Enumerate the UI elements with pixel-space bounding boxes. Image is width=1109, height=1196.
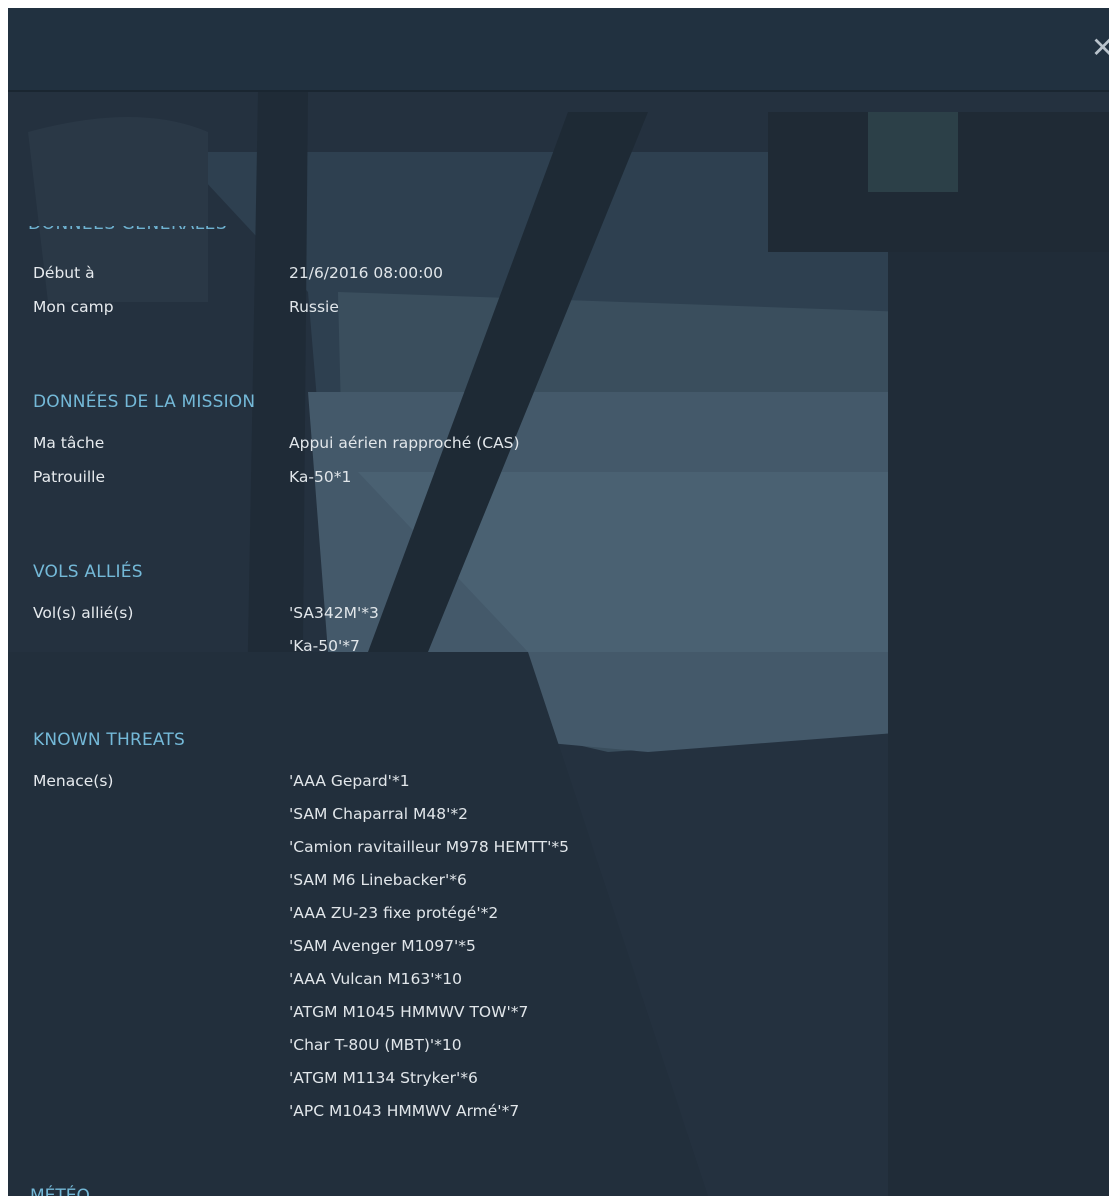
- close-icon[interactable]: ✕: [1091, 34, 1109, 64]
- list-item: 'Ka-50'*7: [289, 637, 360, 655]
- row-start-time: Début à 21/6/2016 08:00:00: [33, 264, 1033, 290]
- section-heading-mission: DONNÉES DE LA MISSION: [33, 392, 256, 412]
- allied-flights-list: 'SA342M'*3 'Ka-50'*7: [289, 604, 379, 670]
- row-label: Patrouille: [33, 468, 106, 486]
- briefing-content[interactable]: DONNÉES GÉNÉRALES Début à 21/6/2016 08:0…: [8, 92, 1109, 1196]
- list-item: 'SAM M6 Linebacker'*6: [289, 871, 467, 889]
- row-label: Mon camp: [33, 298, 114, 316]
- row-label: Menace(s): [33, 772, 114, 790]
- list-item: 'Char T-80U (MBT)'*10: [289, 1036, 462, 1054]
- list-item: 'ATGM M1134 Stryker'*6: [289, 1069, 478, 1087]
- row-side: Mon camp Russie: [33, 298, 1033, 324]
- row-label: Vol(s) allié(s): [33, 604, 134, 622]
- threats-list: 'AAA Gepard'*1 'SAM Chaparral M48'*2 'Ca…: [289, 772, 569, 1135]
- list-item: 'SAM Avenger M1097'*5: [289, 937, 476, 955]
- list-item: 'SAM Chaparral M48'*2: [289, 805, 468, 823]
- row-value: Appui aérien rapproché (CAS): [289, 434, 520, 452]
- section-heading-threats: KNOWN THREATS: [33, 730, 185, 750]
- section-heading-weather: MÉTÉO: [30, 1186, 90, 1196]
- list-item: 'AAA Gepard'*1: [289, 772, 410, 790]
- row-value: Russie: [289, 298, 339, 316]
- list-item: 'SA342M'*3: [289, 604, 379, 622]
- briefing-window: ✕ DONNÉES GÉNÉRALES Début à 21/6/2016 08…: [8, 8, 1109, 1196]
- list-item: 'AAA Vulcan M163'*10: [289, 970, 463, 988]
- section-heading-allies: VOLS ALLIÉS: [33, 562, 143, 582]
- list-item: 'APC M1043 HMMWV Armé'*7: [289, 1102, 520, 1120]
- row-task: Ma tâche Appui aérien rapproché (CAS): [33, 434, 1033, 460]
- row-flight: Patrouille Ka-50*1: [33, 468, 1033, 494]
- row-value: Ka-50*1: [289, 468, 352, 486]
- row-label: Début à: [33, 264, 95, 282]
- list-item: 'Camion ravitailleur M978 HEMTT'*5: [289, 838, 569, 856]
- row-allied-flights: Vol(s) allié(s): [33, 604, 1033, 630]
- section-heading-general: DONNÉES GÉNÉRALES: [28, 226, 268, 235]
- row-value: 21/6/2016 08:00:00: [289, 264, 444, 282]
- list-item: 'ATGM M1045 HMMWV TOW'*7: [289, 1003, 529, 1021]
- title-bar: ✕: [8, 8, 1109, 92]
- row-label: Ma tâche: [33, 434, 105, 452]
- list-item: 'AAA ZU-23 fixe protégé'*2: [289, 904, 499, 922]
